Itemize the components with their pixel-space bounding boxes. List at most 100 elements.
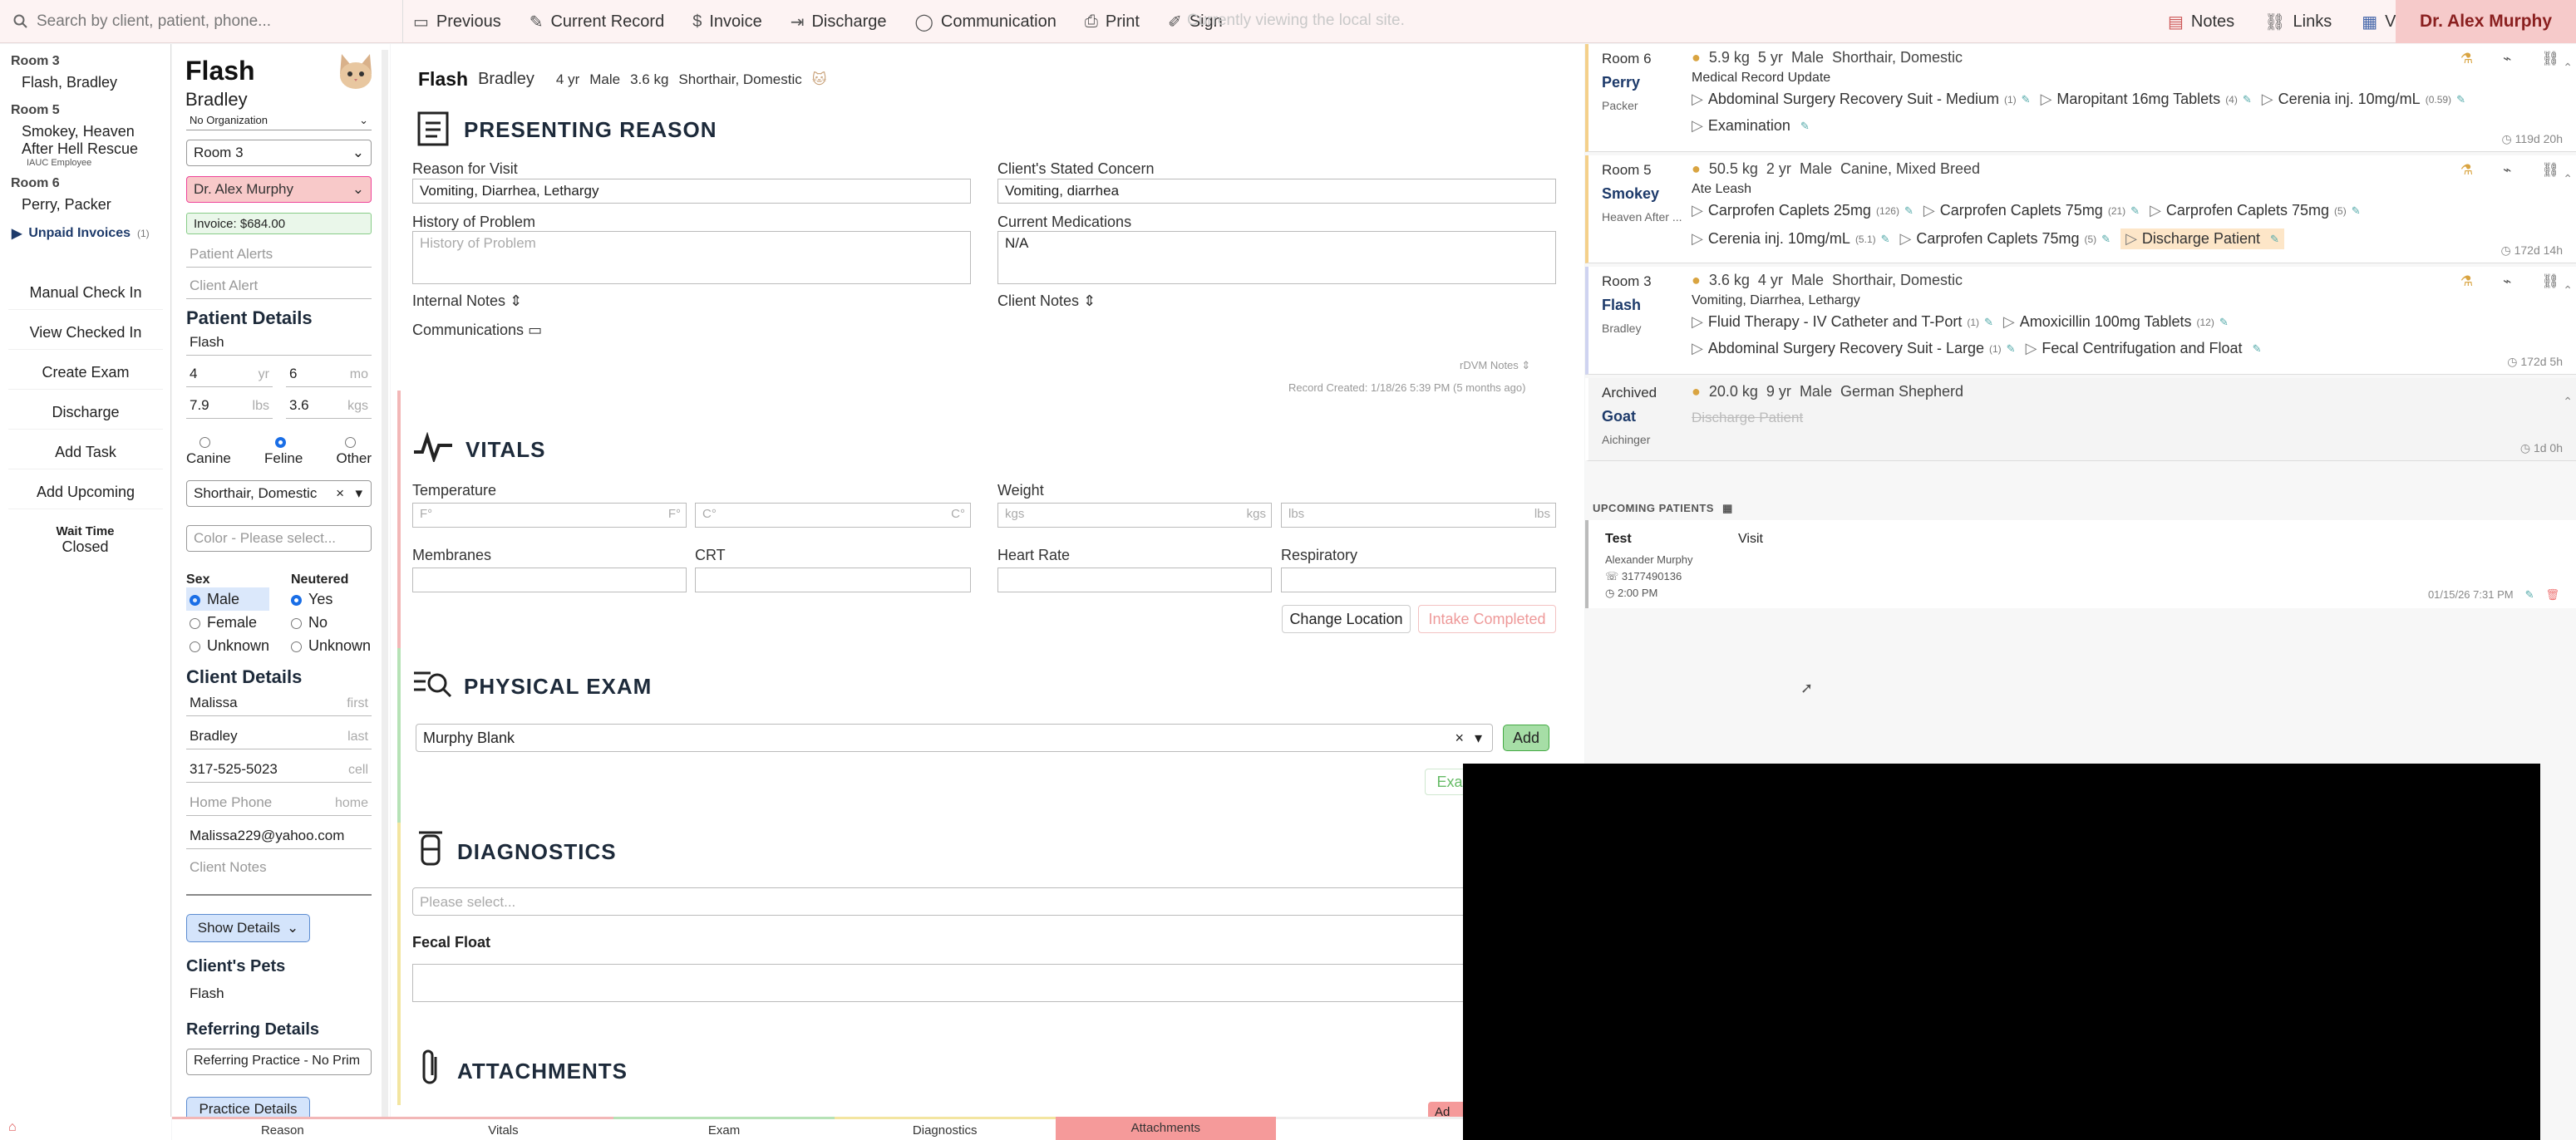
syringe-icon[interactable]: ⌁	[2503, 51, 2511, 67]
scrollbar[interactable]	[382, 50, 388, 1130]
fecal-float-field[interactable]	[412, 964, 1493, 1002]
tab-exam[interactable]: Exam	[613, 1117, 835, 1140]
species-feline[interactable]: Feline	[264, 434, 303, 467]
syringe-icon[interactable]: ⌁	[2503, 162, 2511, 179]
invoice-button[interactable]: $ Invoice	[692, 12, 762, 32]
visit-item[interactable]: ▷ Cerenia inj. 10mg/mL (0.59) ✎	[2262, 91, 2465, 108]
weight-lbs-field[interactable]: 7.9 lbs	[186, 394, 273, 419]
visit-item[interactable]: ▷ Discharge Patient ✎	[2120, 228, 2284, 249]
diagnostics-select[interactable]: Please select...	[412, 887, 1493, 916]
show-details-button[interactable]: Show Details ⌄	[186, 914, 310, 942]
visit-item[interactable]: ▷ Maropitant 16mg Tablets (4) ✎	[2041, 91, 2252, 108]
breed-select[interactable]: Shorthair, Domestic × ▾	[186, 480, 372, 507]
age-months-field[interactable]: 6 mo	[286, 362, 372, 387]
visit-card[interactable]: Room 3 Flash Bradley ● 3.6 kg 4 yr Male Shortha…	[1585, 267, 2576, 375]
sex-female[interactable]: Female	[186, 611, 273, 634]
doctor-menu[interactable]: Dr. Alex Murphy	[2396, 0, 2576, 43]
visit-item[interactable]: ▷ Carprofen Caplets 75mg (21) ✎	[1923, 202, 2140, 219]
visit-item[interactable]: ▷ Cerenia inj. 10mg/mL (5.1) ✎	[1692, 230, 1890, 248]
weight-kgs-field[interactable]: 3.6 kgs	[286, 394, 372, 419]
neutered-no[interactable]: No	[291, 611, 371, 634]
link-icon[interactable]: ⛓	[2541, 162, 2559, 179]
reason-field[interactable]: Vomiting, Diarrhea, Lethargy	[412, 179, 971, 204]
invoice-badge[interactable]: Invoice: $684.00	[186, 213, 372, 234]
collapse-icon[interactable]: ⌃	[2563, 61, 2573, 75]
visit-card[interactable]: Room 6 Perry Packer ● 5.9 kg 5 yr Male Shorthai…	[1585, 44, 2576, 152]
membranes-field[interactable]	[412, 568, 687, 592]
clear-icon[interactable]: ×	[1455, 730, 1464, 747]
room-patient-link[interactable]: Smokey, Heaven After Hell Rescue	[22, 123, 155, 158]
manual-check-in-button[interactable]: Manual Check In	[8, 277, 163, 310]
unpaid-invoices-toggle[interactable]: ▶ Unpaid Invoices (1)	[12, 225, 170, 242]
temp-c-field[interactable]: C° C°	[695, 503, 971, 528]
history-field[interactable]: History of Problem	[412, 231, 971, 284]
visit-card[interactable]: Archived Goat Aichinger ● 20.0 kg 9 yr Male Ger…	[1585, 378, 2576, 461]
clear-icon[interactable]: ×	[336, 485, 344, 502]
visit-item[interactable]: ▷ Abdominal Surgery Recovery Suit - Mediu…	[1692, 91, 2031, 108]
referring-select[interactable]: Referring Practice - No Prim	[186, 1049, 372, 1075]
visit-item[interactable]: ▷ Fluid Therapy - IV Catheter and T-Port (…	[1692, 313, 1993, 331]
visit-item[interactable]: ▷ Amoxicillin 100mg Tablets (12) ✎	[2003, 313, 2229, 331]
intake-completed-button[interactable]: Intake Completed	[1418, 605, 1556, 633]
weight-kgs-input[interactable]: kgs kgs	[997, 503, 1272, 528]
upcoming-card[interactable]: Test Visit Alexander Murphy ☏ 3177490136…	[1585, 520, 2576, 608]
neutered-yes[interactable]: Yes	[291, 587, 371, 611]
client-notes-field[interactable]: Client Notes	[186, 856, 372, 896]
search-input[interactable]: Search by client, patient, phone...	[0, 0, 403, 43]
heart-rate-field[interactable]	[997, 568, 1272, 592]
add-upcoming-button[interactable]: Add Upcoming	[8, 476, 163, 509]
patient-alerts-field[interactable]: Patient Alerts	[186, 243, 372, 268]
visit-card[interactable]: Room 5 Smokey Heaven After ... ● 50.5 kg 2 yr…	[1585, 155, 2576, 263]
flask-icon[interactable]: ⚗	[2460, 273, 2473, 290]
pet-name-field[interactable]: Flash	[186, 331, 372, 356]
previous-button[interactable]: ▭ Previous	[413, 12, 501, 32]
tab-vitals[interactable]: Vitals	[392, 1117, 614, 1140]
meds-field[interactable]: N/A	[997, 231, 1556, 284]
tab-reason[interactable]: Reason	[172, 1117, 393, 1140]
change-location-button[interactable]: Change Location	[1282, 605, 1411, 633]
collapse-icon[interactable]: ⌃	[2563, 172, 2573, 186]
link-icon[interactable]: ⛓	[2541, 51, 2559, 67]
temp-f-field[interactable]: F° F°	[412, 503, 687, 528]
species-other[interactable]: Other	[336, 434, 372, 467]
room-patient-link[interactable]: Perry, Packer	[22, 196, 170, 214]
internal-notes-toggle[interactable]: Internal Notes ⇕	[412, 292, 522, 310]
client-alert-field[interactable]: Client Alert	[186, 274, 372, 299]
collapse-icon[interactable]: ⌃	[2563, 395, 2573, 409]
rdvm-notes-toggle[interactable]: rDVM Notes ⇕	[1460, 359, 1530, 372]
discharge-button[interactable]: ⇥ Discharge	[791, 12, 887, 32]
sex-male[interactable]: Male	[186, 587, 269, 611]
tab-diagnostics[interactable]: Diagnostics	[834, 1117, 1056, 1140]
view-checked-in-button[interactable]: View Checked In	[8, 317, 163, 350]
client-notes-toggle[interactable]: Client Notes ⇕	[997, 292, 1096, 310]
client-home-field[interactable]: Home Phone home	[186, 791, 372, 816]
pet-link[interactable]: Flash	[190, 985, 224, 1002]
print-button[interactable]: ⎙ Print	[1085, 12, 1140, 32]
client-last-field[interactable]: Bradley last	[186, 725, 372, 749]
collapse-icon[interactable]: ⌃	[2563, 283, 2573, 297]
add-exam-button[interactable]: Add	[1503, 725, 1549, 751]
link-icon[interactable]: ⛓	[2541, 273, 2559, 290]
visit-item[interactable]: ▷ Carprofen Caplets 75mg (5) ✎	[1900, 230, 2111, 248]
room-patient-link[interactable]: Flash, Bradley	[22, 74, 170, 91]
flask-icon[interactable]: ⚗	[2460, 162, 2473, 179]
tab-attachments[interactable]: Attachments	[1055, 1117, 1277, 1140]
organization-select[interactable]: No Organization ⌄	[186, 111, 372, 130]
discharge-nav-button[interactable]: Discharge	[8, 396, 163, 430]
sex-unknown[interactable]: Unknown	[186, 634, 273, 657]
doctor-select[interactable]: Dr. Alex Murphy ⌄	[186, 176, 372, 203]
communication-button[interactable]: ◯ Communication	[915, 12, 1057, 32]
exam-template-select[interactable]: Murphy Blank × ▾	[416, 724, 1493, 752]
syringe-icon[interactable]: ⌁	[2503, 273, 2511, 290]
notes-link[interactable]: ▤ Notes	[2168, 12, 2234, 32]
flask-icon[interactable]: ⚗	[2460, 51, 2473, 67]
neutered-unknown[interactable]: Unknown	[291, 634, 371, 657]
client-first-field[interactable]: Malissa first	[186, 691, 372, 716]
visit-item[interactable]: ▷ Carprofen Caplets 25mg (126) ✎	[1692, 202, 1914, 219]
client-email-field[interactable]: Malissa229@yahoo.com	[186, 824, 372, 849]
weight-lbs-input[interactable]: lbs lbs	[1281, 503, 1556, 528]
current-record-button[interactable]: ✎ Current Record	[529, 12, 664, 32]
species-canine[interactable]: Canine	[186, 434, 231, 467]
age-years-field[interactable]: 4 yr	[186, 362, 273, 387]
edit-icon[interactable]: ✎	[2525, 588, 2534, 602]
